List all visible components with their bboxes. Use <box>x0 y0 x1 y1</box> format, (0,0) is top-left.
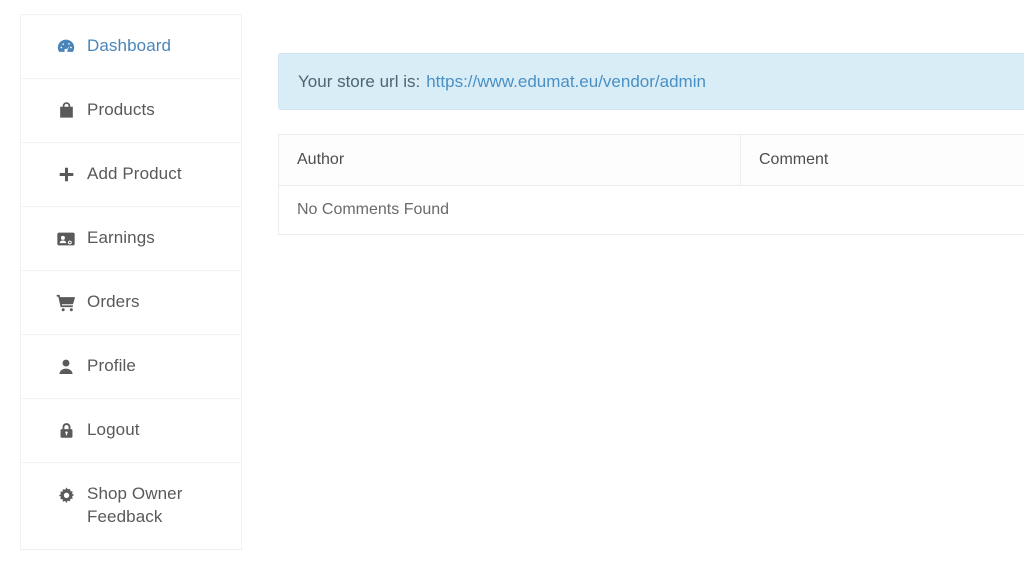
sidebar-item-products[interactable]: Products <box>20 78 242 143</box>
sidebar-item-dashboard[interactable]: Dashboard <box>20 14 242 79</box>
comments-table-wrapper: Author Comment No Comments Found <box>278 134 1024 235</box>
sidebar-item-label: Shop Owner Feedback <box>87 484 183 526</box>
gear-icon <box>55 484 77 506</box>
table-row: No Comments Found <box>278 185 1024 235</box>
sidebar-item-profile[interactable]: Profile <box>20 334 242 399</box>
sidebar-item-label: Logout <box>87 420 140 440</box>
sidebar-item-label: Add Product <box>87 164 182 184</box>
sidebar-item-label: Profile <box>87 356 136 376</box>
plus-icon <box>55 164 77 186</box>
sidebar-item-logout[interactable]: Logout <box>20 398 242 463</box>
sidebar-item-orders[interactable]: Orders <box>20 270 242 335</box>
comments-table-body: No Comments Found <box>278 185 1024 235</box>
shopping-cart-icon <box>55 292 77 314</box>
comments-table: Author Comment No Comments Found <box>278 134 1024 235</box>
lock-icon <box>55 420 77 442</box>
vendor-dashboard-page: Dashboard Products Add Product Earnings … <box>0 0 1024 569</box>
sidebar-item-label: Earnings <box>87 228 155 248</box>
store-url-link[interactable]: https://www.edumat.eu/vendor/admin <box>426 72 706 92</box>
sidebar-item-earnings[interactable]: Earnings <box>20 206 242 271</box>
table-header-row: Author Comment <box>278 134 1024 186</box>
store-url-alert: Your store url is: https://www.edumat.eu… <box>278 53 1024 110</box>
store-url-alert-label: Your store url is: <box>298 71 421 91</box>
dashboard-icon <box>55 36 77 58</box>
sidebar-item-label: Orders <box>87 292 140 312</box>
comments-table-head: Author Comment <box>278 134 1024 186</box>
column-header-comment[interactable]: Comment <box>740 134 1024 186</box>
sidebar-item-add-product[interactable]: Add Product <box>20 142 242 207</box>
empty-state-message: No Comments Found <box>278 185 1024 235</box>
vendor-sidebar-nav: Dashboard Products Add Product Earnings … <box>20 14 242 550</box>
user-icon <box>55 356 77 378</box>
address-card-icon <box>55 228 77 250</box>
sidebar-item-shop-owner-feedback[interactable]: Shop Owner Feedback <box>20 462 242 550</box>
sidebar-item-label: Products <box>87 100 155 120</box>
main-content: Your store url is: https://www.edumat.eu… <box>278 0 1024 569</box>
shopping-bag-icon <box>55 100 77 122</box>
sidebar-item-label: Dashboard <box>87 36 172 56</box>
column-header-author[interactable]: Author <box>278 134 741 186</box>
